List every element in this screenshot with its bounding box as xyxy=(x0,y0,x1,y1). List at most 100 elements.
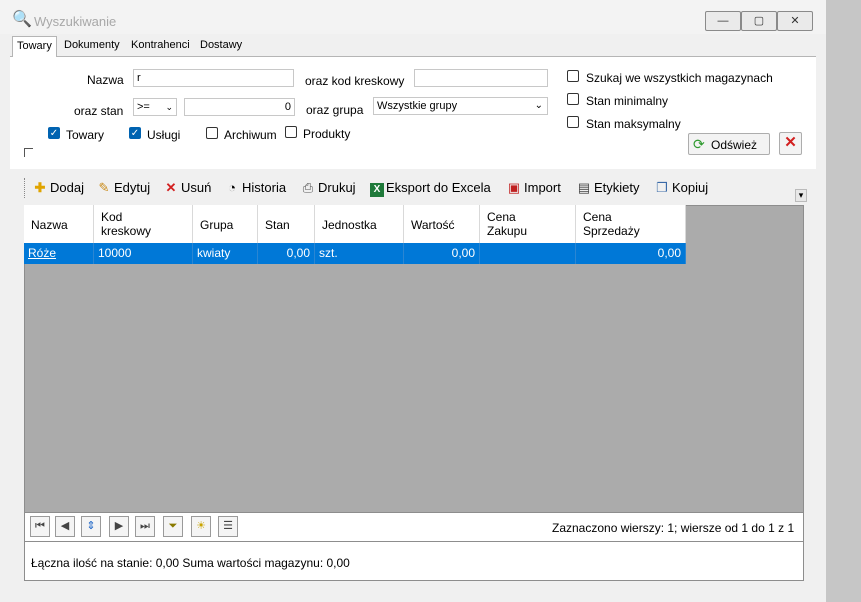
stan-value-input[interactable]: 0 xyxy=(184,98,295,116)
column-header-label: Cena xyxy=(487,210,516,224)
maximize-button[interactable]: ▢ xyxy=(741,11,777,31)
add-icon: ✚ xyxy=(34,180,46,195)
delete-label: Usuń xyxy=(181,180,212,195)
copy-label: Kopiuj xyxy=(672,180,709,195)
column-header[interactable]: Nazwa xyxy=(24,205,94,243)
column-header-label: Cena xyxy=(583,210,612,224)
clear-filters-button[interactable]: ✕ xyxy=(779,132,802,155)
kod-kreskowy-label: oraz kod kreskowy xyxy=(305,74,405,88)
filter-button[interactable]: ⏷ xyxy=(163,516,183,537)
column-header-label: Wartość xyxy=(411,218,455,232)
export-label: Eksport do Excela xyxy=(386,180,491,195)
title-bar[interactable] xyxy=(0,0,826,34)
table-cell-cena-zakupu[interactable] xyxy=(480,243,576,264)
tab-dostawy[interactable]: Dostawy xyxy=(196,36,246,55)
import-button[interactable]: ▣ Import xyxy=(506,179,561,197)
import-label: Import xyxy=(524,180,561,195)
stan-operator-select[interactable]: >= ⌄ xyxy=(133,98,177,116)
table-cell-kod[interactable]: 10000 xyxy=(94,243,193,264)
stan-operator-value: >= xyxy=(137,101,150,113)
column-header[interactable]: Wartość xyxy=(404,205,480,243)
lightbulb-button[interactable]: ☀ xyxy=(191,516,211,537)
produkty-checkbox-label: Produkty xyxy=(303,127,351,141)
kod-kreskowy-input[interactable] xyxy=(414,69,548,87)
column-header-label: Grupa xyxy=(200,218,234,232)
stan-minimalny-label: Stan minimalny xyxy=(586,94,669,108)
prev-record-button[interactable]: ◀ xyxy=(55,516,75,537)
list-button[interactable]: ☰ xyxy=(218,516,238,537)
grupa-label: oraz grupa xyxy=(306,103,364,117)
last-record-button[interactable]: ⏭ xyxy=(135,516,155,537)
excel-icon: X xyxy=(370,183,384,197)
table-cell-wartosc[interactable]: 0,00 xyxy=(404,243,480,264)
toolbar-grip[interactable] xyxy=(24,178,27,198)
nazwa-input[interactable]: r xyxy=(133,69,294,87)
stan-maksymalny-checkbox[interactable] xyxy=(567,116,579,128)
print-button[interactable]: ⎙ Drukuj xyxy=(300,179,356,197)
column-header-label: Zakupu xyxy=(487,224,528,238)
table-cell-nazwa[interactable]: Róże xyxy=(24,243,94,264)
nazwa-label: Nazwa xyxy=(87,73,124,87)
stan-minimalny-checkbox[interactable] xyxy=(567,93,579,105)
history-button[interactable]: ◔ Historia xyxy=(224,179,286,197)
close-red-icon: ✕ xyxy=(784,134,797,151)
labels-icon: ▤ xyxy=(577,180,591,195)
delete-icon: ✕ xyxy=(165,180,177,195)
column-header[interactable]: Cena Zakupu xyxy=(480,205,576,243)
column-header[interactable]: Grupa xyxy=(193,205,258,243)
column-header-label: Sprzedaży xyxy=(583,224,640,238)
all-warehouses-label: Szukaj we wszystkich magazynach xyxy=(586,71,773,85)
next-record-button[interactable]: ▶ xyxy=(109,516,129,537)
tab-kontrahenci[interactable]: Kontrahenci xyxy=(127,36,194,55)
column-header[interactable]: Jednostka xyxy=(315,205,404,243)
uslugi-checkbox-label: Usługi xyxy=(147,128,181,142)
table-cell-stan[interactable]: 0,00 xyxy=(258,243,315,264)
column-header[interactable]: Stan xyxy=(258,205,315,243)
updown-icon: ⇕ xyxy=(86,520,96,532)
towary-checkbox[interactable]: ✓ xyxy=(48,127,60,139)
column-header[interactable]: Cena Sprzedaży xyxy=(576,205,686,243)
column-header-label: Jednostka xyxy=(322,218,377,232)
updown-button[interactable]: ⇕ xyxy=(81,516,101,537)
add-button[interactable]: ✚ Dodaj xyxy=(32,179,84,197)
table-cell-jednostka[interactable]: szt. xyxy=(315,243,404,264)
delete-button[interactable]: ✕ Usuń xyxy=(163,179,212,197)
edit-label: Edytuj xyxy=(114,180,151,195)
print-label: Drukuj xyxy=(318,180,356,195)
toolbar-overflow-button[interactable]: ▾ xyxy=(795,189,807,202)
archiwum-checkbox[interactable] xyxy=(206,127,218,139)
history-icon: ◔ xyxy=(228,180,236,195)
refresh-label: Odśwież xyxy=(711,138,758,152)
edit-button[interactable]: ✎ Edytuj xyxy=(96,179,151,197)
tab-towary[interactable]: Towary xyxy=(12,36,57,57)
summary-text: Łączna ilość na stanie: 0,00 Suma wartoś… xyxy=(31,556,350,570)
column-header-label: kreskowy xyxy=(101,224,152,238)
column-header[interactable]: Kod kreskowy xyxy=(94,205,193,243)
labels-button[interactable]: ▤ Etykiety xyxy=(576,179,640,197)
column-header-label: Nazwa xyxy=(31,218,68,232)
copy-button[interactable]: ❐ Kopiuj xyxy=(654,179,708,197)
minimize-button[interactable]: — xyxy=(705,11,741,31)
edit-icon: ✎ xyxy=(98,180,110,195)
first-record-button[interactable]: ⏮ xyxy=(30,516,50,537)
refresh-icon: ⟳ xyxy=(693,136,705,152)
window-title: Wyszukiwanie xyxy=(34,14,117,29)
refresh-button[interactable]: ⟳ Odśwież xyxy=(688,133,770,155)
all-warehouses-checkbox[interactable] xyxy=(567,70,579,82)
list-icon: ☰ xyxy=(223,520,233,532)
export-excel-button[interactable]: X Eksport do Excela xyxy=(370,179,491,197)
chevron-down-icon: ⌄ xyxy=(165,102,173,112)
close-button[interactable]: ✕ xyxy=(777,11,813,31)
import-icon: ▣ xyxy=(507,180,521,195)
stan-label: oraz stan xyxy=(74,104,124,118)
filter-icon: ⏷ xyxy=(168,520,178,532)
stan-maksymalny-label: Stan maksymalny xyxy=(586,117,681,131)
tab-dokumenty[interactable]: Dokumenty xyxy=(60,36,124,55)
labels-label: Etykiety xyxy=(594,180,640,195)
uslugi-checkbox[interactable]: ✓ xyxy=(129,127,141,139)
table-cell-grupa[interactable]: kwiaty xyxy=(193,243,258,264)
produkty-checkbox[interactable] xyxy=(285,126,297,138)
table-cell-cena-sprzedazy[interactable]: 0,00 xyxy=(576,243,686,264)
grupa-select[interactable]: Wszystkie grupy ⌄ xyxy=(373,97,548,115)
first-icon: ⏮ xyxy=(35,520,45,532)
